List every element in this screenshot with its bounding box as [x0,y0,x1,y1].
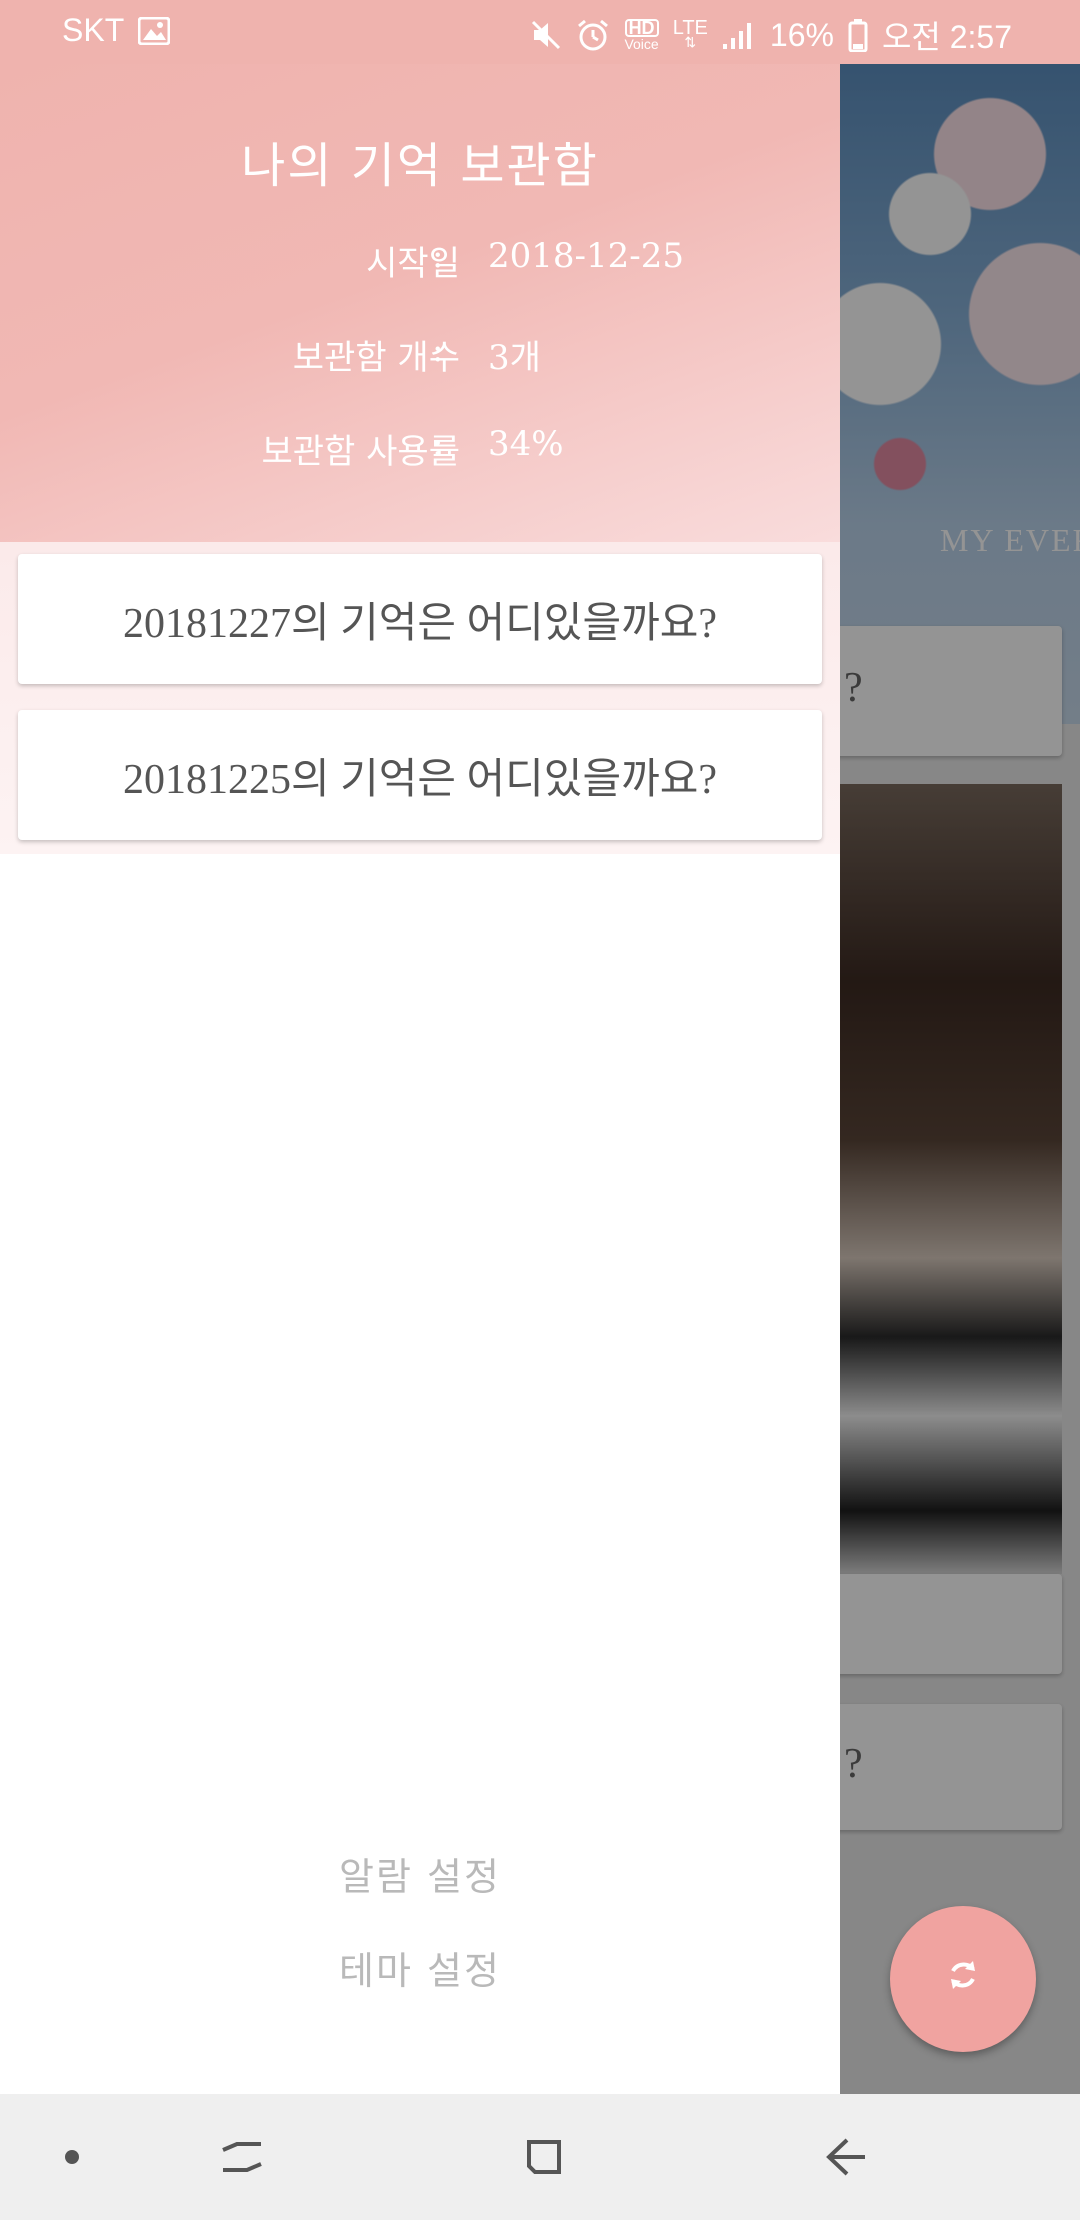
battery-percent: 16% [769,16,834,53]
status-bar: SKT HD Voice LTE ⇅ 16% 오전 2:57 [0,0,1080,64]
info-label: 시작일 [366,244,460,284]
battery-icon [848,18,868,52]
info-value: 34% [488,424,564,464]
recents-icon[interactable] [202,2122,282,2192]
alarm-settings-link[interactable]: 알람 설정 [0,1846,840,1901]
drawer-title: 나의 기억 보관함 [241,138,599,194]
info-value: 3개 [488,338,541,378]
memory-list-item[interactable]: 20181227의 기억은 어디있을까요? [18,554,822,684]
info-colon: : [432,424,444,464]
home-icon[interactable] [504,2122,584,2192]
refresh-fab[interactable] [890,1906,1036,2052]
lte-icon: LTE ⇅ [672,17,708,50]
info-value: 2018-12-25 [488,236,685,276]
theme-settings-link[interactable]: 테마 설정 [0,1940,840,1995]
mute-icon [530,19,562,51]
info-row-box-count: 보관함 개수 : 3개 [0,330,840,386]
info-row-usage: 보관함 사용률 : 34% [0,424,840,480]
alarm-icon [576,18,610,52]
hd-voice-icon: HD Voice [624,18,659,52]
drawer-header: 나의 기억 보관함 시작일 : 2018-12-25 보관함 개수 : 3개 보… [0,64,840,542]
carrier-label: SKT [62,12,125,48]
system-nav-bar [0,2094,1080,2220]
clock: 오전 2:57 [881,19,1012,55]
info-colon: : [432,236,444,276]
memory-list-item[interactable]: 20181225의 기억은 어디있을까요? [18,710,822,840]
image-icon [138,16,171,45]
info-label: 보관함 사용률 [261,432,461,472]
refresh-icon [943,1952,983,2006]
dot-icon[interactable] [32,2122,112,2192]
memory-item-label: 20181225의 기억은 어디있을까요? [122,756,718,803]
info-colon: : [432,330,444,370]
memory-list: 20181227의 기억은 어디있을까요? 20181225의 기억은 어디있을… [0,542,840,854]
signal-icon [722,20,756,50]
back-icon[interactable] [806,2122,886,2192]
memory-item-label: 20181227의 기억은 어디있을까요? [122,600,718,647]
info-row-start-date: 시작일 : 2018-12-25 [0,236,840,292]
navigation-drawer: 나의 기억 보관함 시작일 : 2018-12-25 보관함 개수 : 3개 보… [0,64,840,2094]
